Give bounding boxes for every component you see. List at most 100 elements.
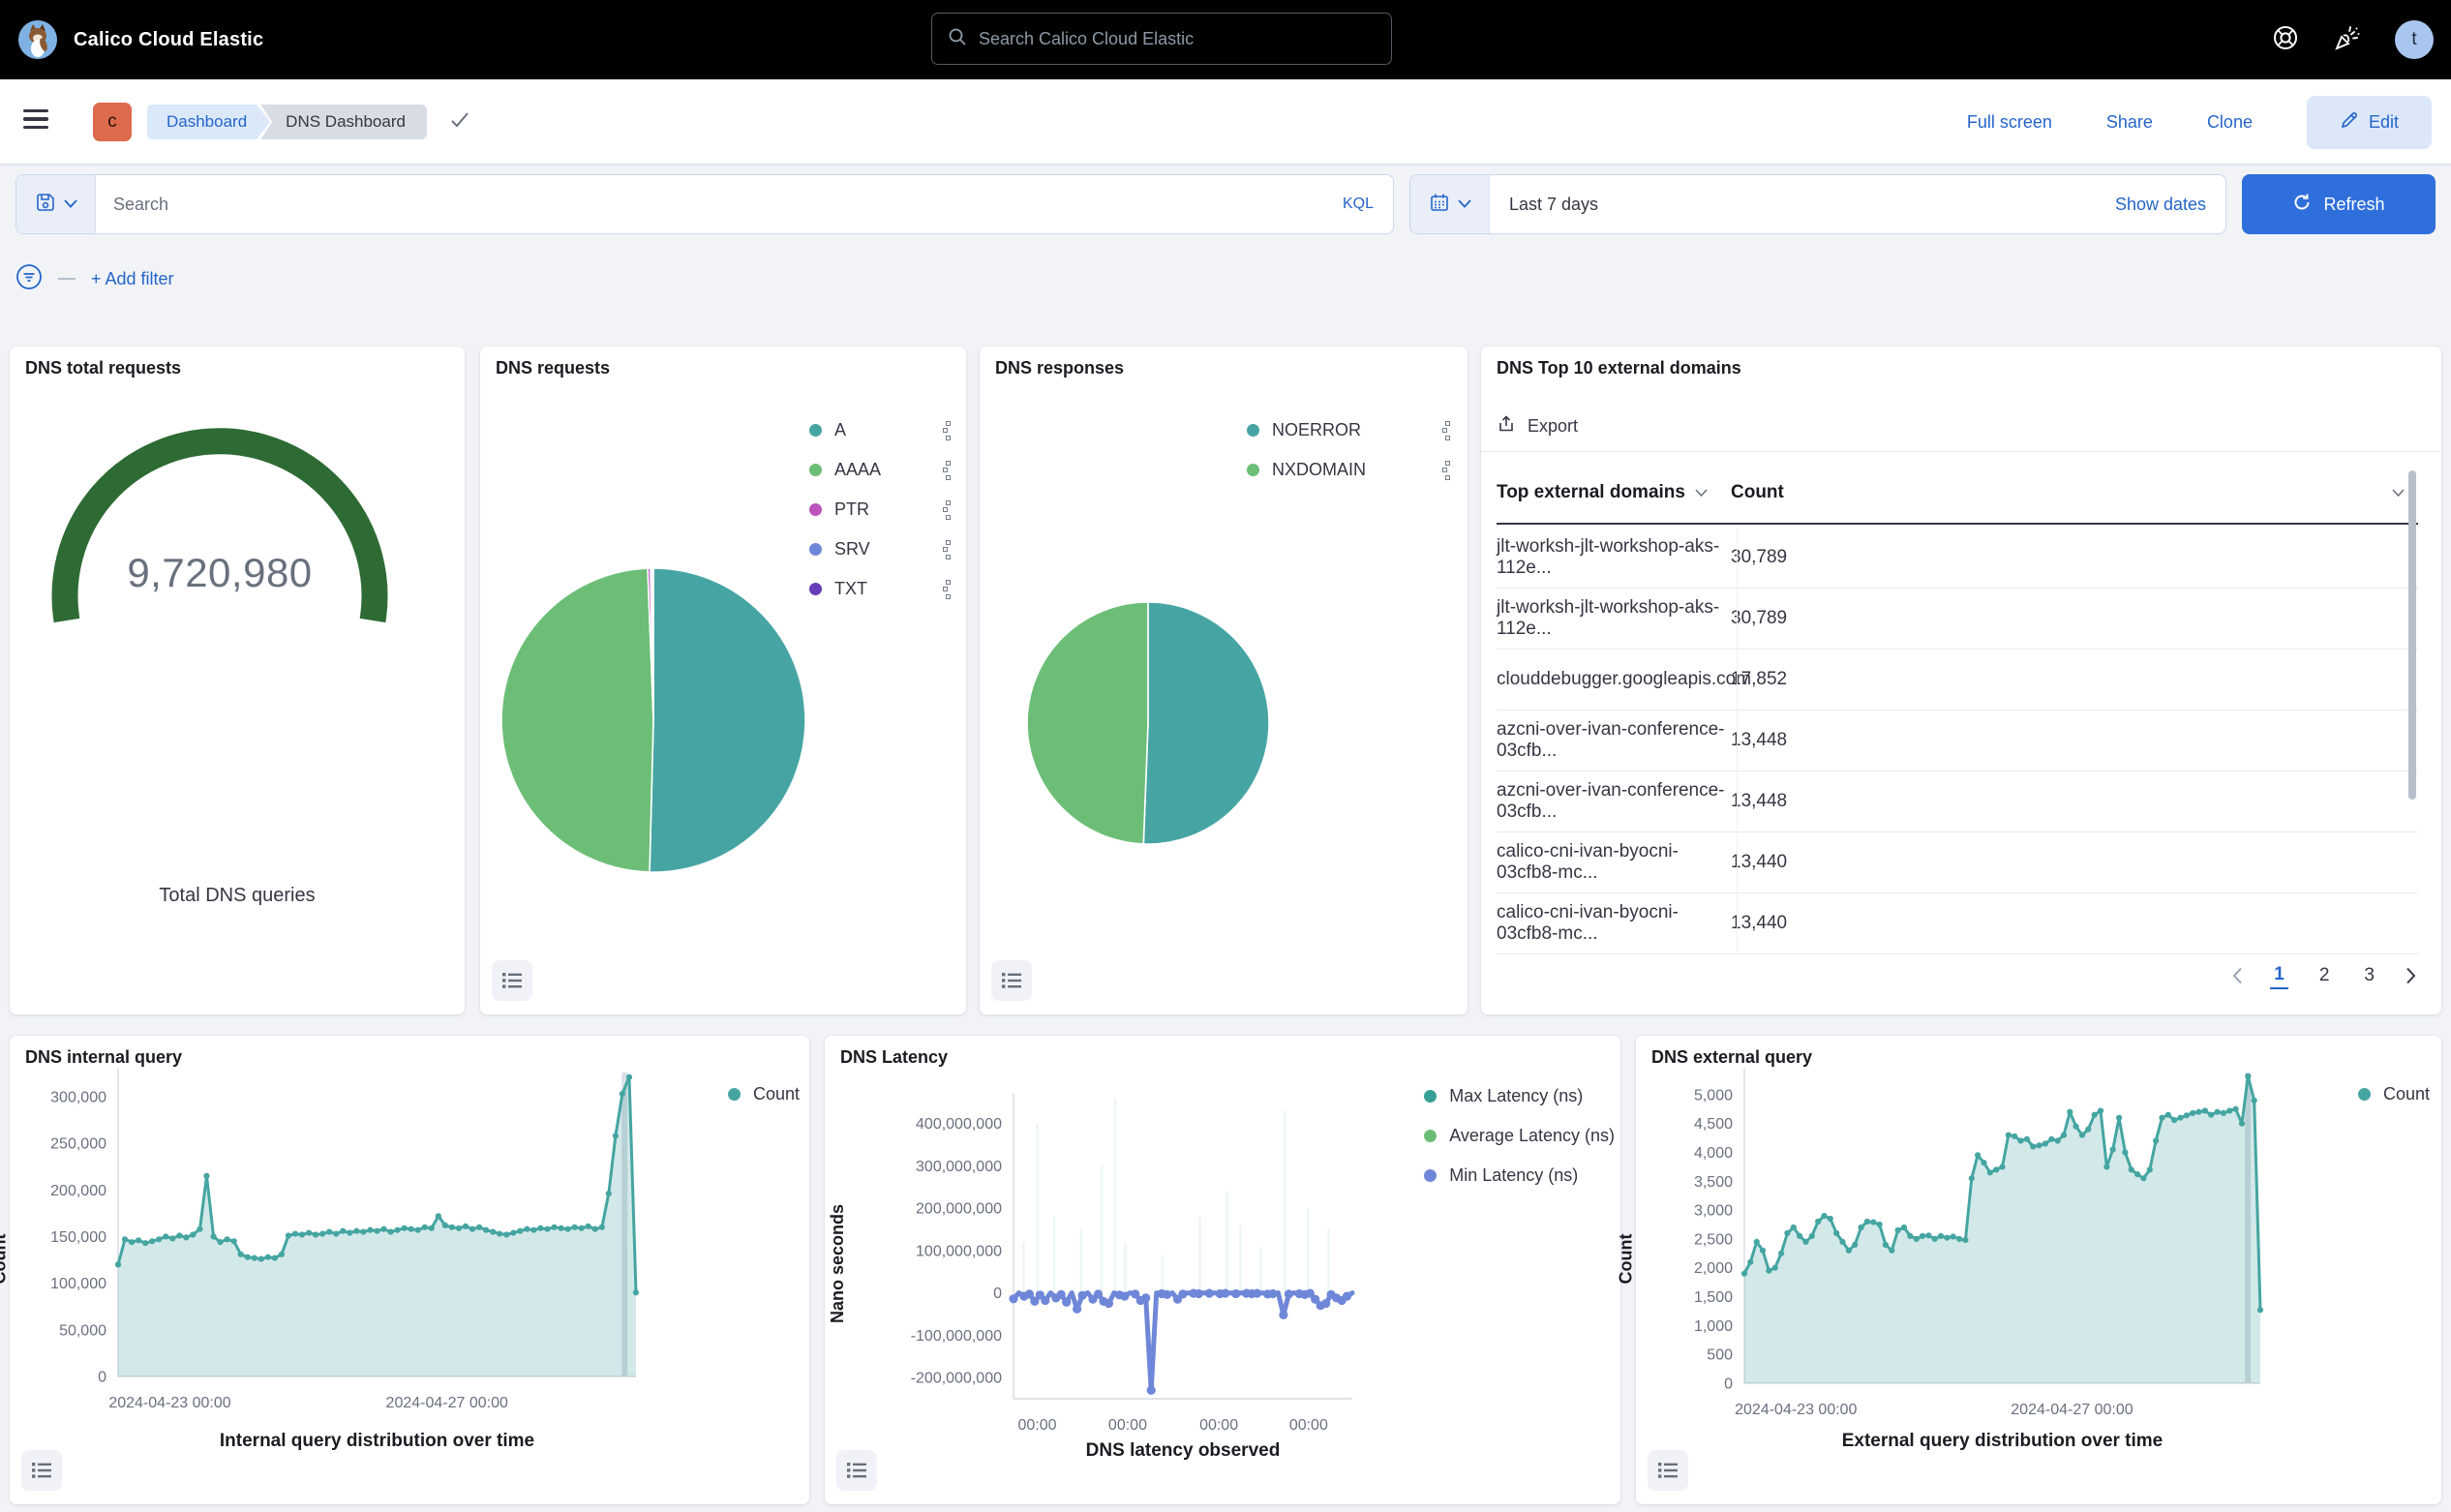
legend-item-txt[interactable]: TXT xyxy=(809,569,954,609)
breadcrumb: Dashboard DNS Dashboard xyxy=(147,105,471,139)
legend-item-a[interactable]: A xyxy=(809,410,954,450)
clone-link[interactable]: Clone xyxy=(2207,112,2253,133)
show-dates-link[interactable]: Show dates xyxy=(2115,195,2206,215)
dns-requests-pie xyxy=(500,567,806,873)
share-link[interactable]: Share xyxy=(2106,112,2153,133)
legend-dot xyxy=(1247,464,1259,476)
add-filter-link[interactable]: + Add filter xyxy=(91,269,174,289)
svg-text:300,000: 300,000 xyxy=(50,1089,106,1105)
breadcrumb-dashboard[interactable]: Dashboard xyxy=(147,105,270,139)
menu-hamburger-icon[interactable] xyxy=(23,106,52,133)
table-row[interactable]: azcni-over-ivan-conference-03cfb...13,44… xyxy=(1497,711,2418,771)
svg-text:1,000: 1,000 xyxy=(1694,1318,1733,1335)
saved-query-menu[interactable] xyxy=(16,175,96,233)
page-2[interactable]: 2 xyxy=(2315,963,2334,988)
x-axis-title: External query distribution over time xyxy=(1744,1431,2260,1452)
legend-item-noerror[interactable]: NOERROR xyxy=(1247,410,1454,450)
svg-text:250,000: 250,000 xyxy=(50,1136,106,1153)
legend-item-average-latency[interactable]: Average Latency (ns) xyxy=(1424,1116,1615,1156)
panel-dns-internal-query: DNS internal query Count 050,000100,0001… xyxy=(10,1036,809,1504)
filter-icon[interactable] xyxy=(15,263,43,295)
export-button[interactable]: Export xyxy=(1497,414,1578,438)
svg-text:00:00: 00:00 xyxy=(1199,1417,1238,1434)
svg-text:0: 0 xyxy=(1724,1376,1733,1393)
kql-search-input[interactable] xyxy=(113,195,1306,215)
global-search-input[interactable] xyxy=(979,29,1347,49)
table-row[interactable]: azcni-over-ivan-conference-03cfb...13,44… xyxy=(1497,771,2418,832)
legend-actions-icon[interactable] xyxy=(942,576,954,603)
next-page-icon[interactable] xyxy=(2406,967,2416,984)
x-axis-title: Internal query distribution over time xyxy=(118,1431,636,1452)
legend-dot xyxy=(809,583,822,595)
user-avatar[interactable]: t xyxy=(2395,20,2434,59)
legend-item-max-latency[interactable]: Max Latency (ns) xyxy=(1424,1076,1615,1116)
legend-dot xyxy=(809,424,822,437)
legend-toggle-button[interactable] xyxy=(21,1450,62,1491)
svg-text:50,000: 50,000 xyxy=(59,1322,106,1339)
calendar-icon xyxy=(1429,192,1450,218)
legend-item-min-latency[interactable]: Min Latency (ns) xyxy=(1424,1156,1615,1195)
check-icon[interactable] xyxy=(448,109,471,136)
svg-text:9,720,980: 9,720,980 xyxy=(127,550,312,595)
legend-item-aaaa[interactable]: AAAA xyxy=(809,450,954,490)
page-1[interactable]: 1 xyxy=(2270,962,2288,989)
table-scrollbar[interactable] xyxy=(2408,470,2416,800)
legend-item-srv[interactable]: SRV xyxy=(809,529,954,569)
full-screen-link[interactable]: Full screen xyxy=(1967,112,2052,133)
page-3[interactable]: 3 xyxy=(2360,963,2378,988)
panel-dns-latency: DNS Latency Nano seconds 400,000,000300,… xyxy=(825,1036,1620,1504)
panel-title: DNS total requests xyxy=(25,358,181,378)
gauge-caption: Total DNS queries xyxy=(10,885,465,907)
panel-dns-responses: DNS responses NOERROR NXDOMAIN xyxy=(980,347,1468,1014)
filter-divider xyxy=(58,278,76,280)
date-picker: Last 7 days Show dates xyxy=(1409,174,2226,234)
kql-language-button[interactable]: KQL xyxy=(1323,175,1393,233)
pie-legend: A AAAA PTR SRV TXT xyxy=(809,410,954,609)
legend-toggle-button[interactable] xyxy=(991,960,1032,1001)
svg-text:3,000: 3,000 xyxy=(1694,1203,1733,1220)
table-row[interactable]: calico-cni-ivan-byocni-03cfb8-mc...13,44… xyxy=(1497,832,2418,893)
legend-item-count[interactable]: Count xyxy=(728,1074,800,1114)
legend-actions-icon[interactable] xyxy=(942,417,954,444)
legend-toggle-button[interactable] xyxy=(492,960,532,1001)
column-header-domains[interactable]: Top external domains xyxy=(1497,482,1731,503)
legend-actions-icon[interactable] xyxy=(1441,457,1454,484)
chevron-down-icon xyxy=(64,196,77,213)
prev-page-icon[interactable] xyxy=(2232,967,2243,984)
table-row[interactable]: clouddebugger.googleapis.com17,852 xyxy=(1497,650,2418,711)
legend-toggle-button[interactable] xyxy=(836,1450,877,1491)
news-party-popper-icon[interactable] xyxy=(2333,23,2362,57)
chevron-down-icon xyxy=(1458,196,1471,213)
svg-text:00:00: 00:00 xyxy=(1108,1417,1147,1434)
table-row[interactable]: calico-cni-ivan-byocni-03cfb8-mc...13,44… xyxy=(1497,893,2418,954)
date-quick-menu[interactable] xyxy=(1410,175,1490,233)
table-row[interactable]: jlt-worksh-jlt-workshop-aks-112e...30,78… xyxy=(1497,528,2418,589)
legend-dot xyxy=(1247,424,1259,437)
svg-text:00:00: 00:00 xyxy=(1017,1417,1056,1434)
legend-actions-icon[interactable] xyxy=(942,457,954,484)
legend-actions-icon[interactable] xyxy=(942,497,954,524)
table-body: jlt-worksh-jlt-workshop-aks-112e...30,78… xyxy=(1497,528,2418,954)
space-avatar[interactable]: c xyxy=(93,103,132,141)
legend-item-nxdomain[interactable]: NXDOMAIN xyxy=(1247,450,1454,490)
calico-logo-icon xyxy=(17,19,58,60)
dns-dashboard-app: Calico Cloud Elastic xyxy=(0,0,2451,1512)
edit-button[interactable]: Edit xyxy=(2307,96,2432,149)
nav-bar: c Dashboard DNS Dashboard Full screen Sh… xyxy=(0,79,2451,165)
svg-text:500: 500 xyxy=(1707,1347,1733,1364)
legend-actions-icon[interactable] xyxy=(942,536,954,563)
legend-item-ptr[interactable]: PTR xyxy=(809,490,954,529)
global-search[interactable] xyxy=(931,13,1392,65)
svg-text:0: 0 xyxy=(98,1370,106,1386)
help-lifebuoy-icon[interactable] xyxy=(2271,23,2300,57)
legend-actions-icon[interactable] xyxy=(1441,417,1454,444)
svg-text:3,500: 3,500 xyxy=(1694,1174,1733,1191)
legend-toggle-button[interactable] xyxy=(1648,1450,1688,1491)
table-row[interactable]: jlt-worksh-jlt-workshop-aks-112e...30,78… xyxy=(1497,589,2418,650)
refresh-button[interactable]: Refresh xyxy=(2242,174,2436,234)
legend-item-count[interactable]: Count xyxy=(2358,1074,2430,1114)
dns-responses-pie xyxy=(1026,601,1270,845)
refresh-icon xyxy=(2292,193,2312,217)
column-header-count[interactable]: Count xyxy=(1731,482,2418,503)
time-range-value[interactable]: Last 7 days Show dates xyxy=(1490,175,2225,233)
